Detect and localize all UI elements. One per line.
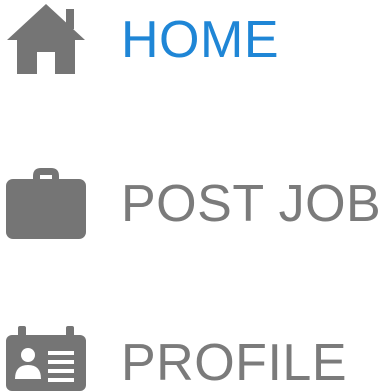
id-badge-icon [6, 321, 86, 391]
nav-item-post-job[interactable]: POST JOB [0, 161, 380, 241]
briefcase-icon [6, 161, 86, 241]
side-navigation: HOME POST JOB PROFILE [0, 0, 380, 391]
nav-item-label-post-job: POST JOB [121, 175, 380, 233]
nav-item-label-home: HOME [121, 11, 279, 69]
nav-item-label-profile: PROFILE [121, 334, 347, 391]
home-icon [6, 0, 86, 80]
nav-item-profile[interactable]: PROFILE [0, 321, 380, 391]
nav-item-home[interactable]: HOME [0, 0, 380, 80]
